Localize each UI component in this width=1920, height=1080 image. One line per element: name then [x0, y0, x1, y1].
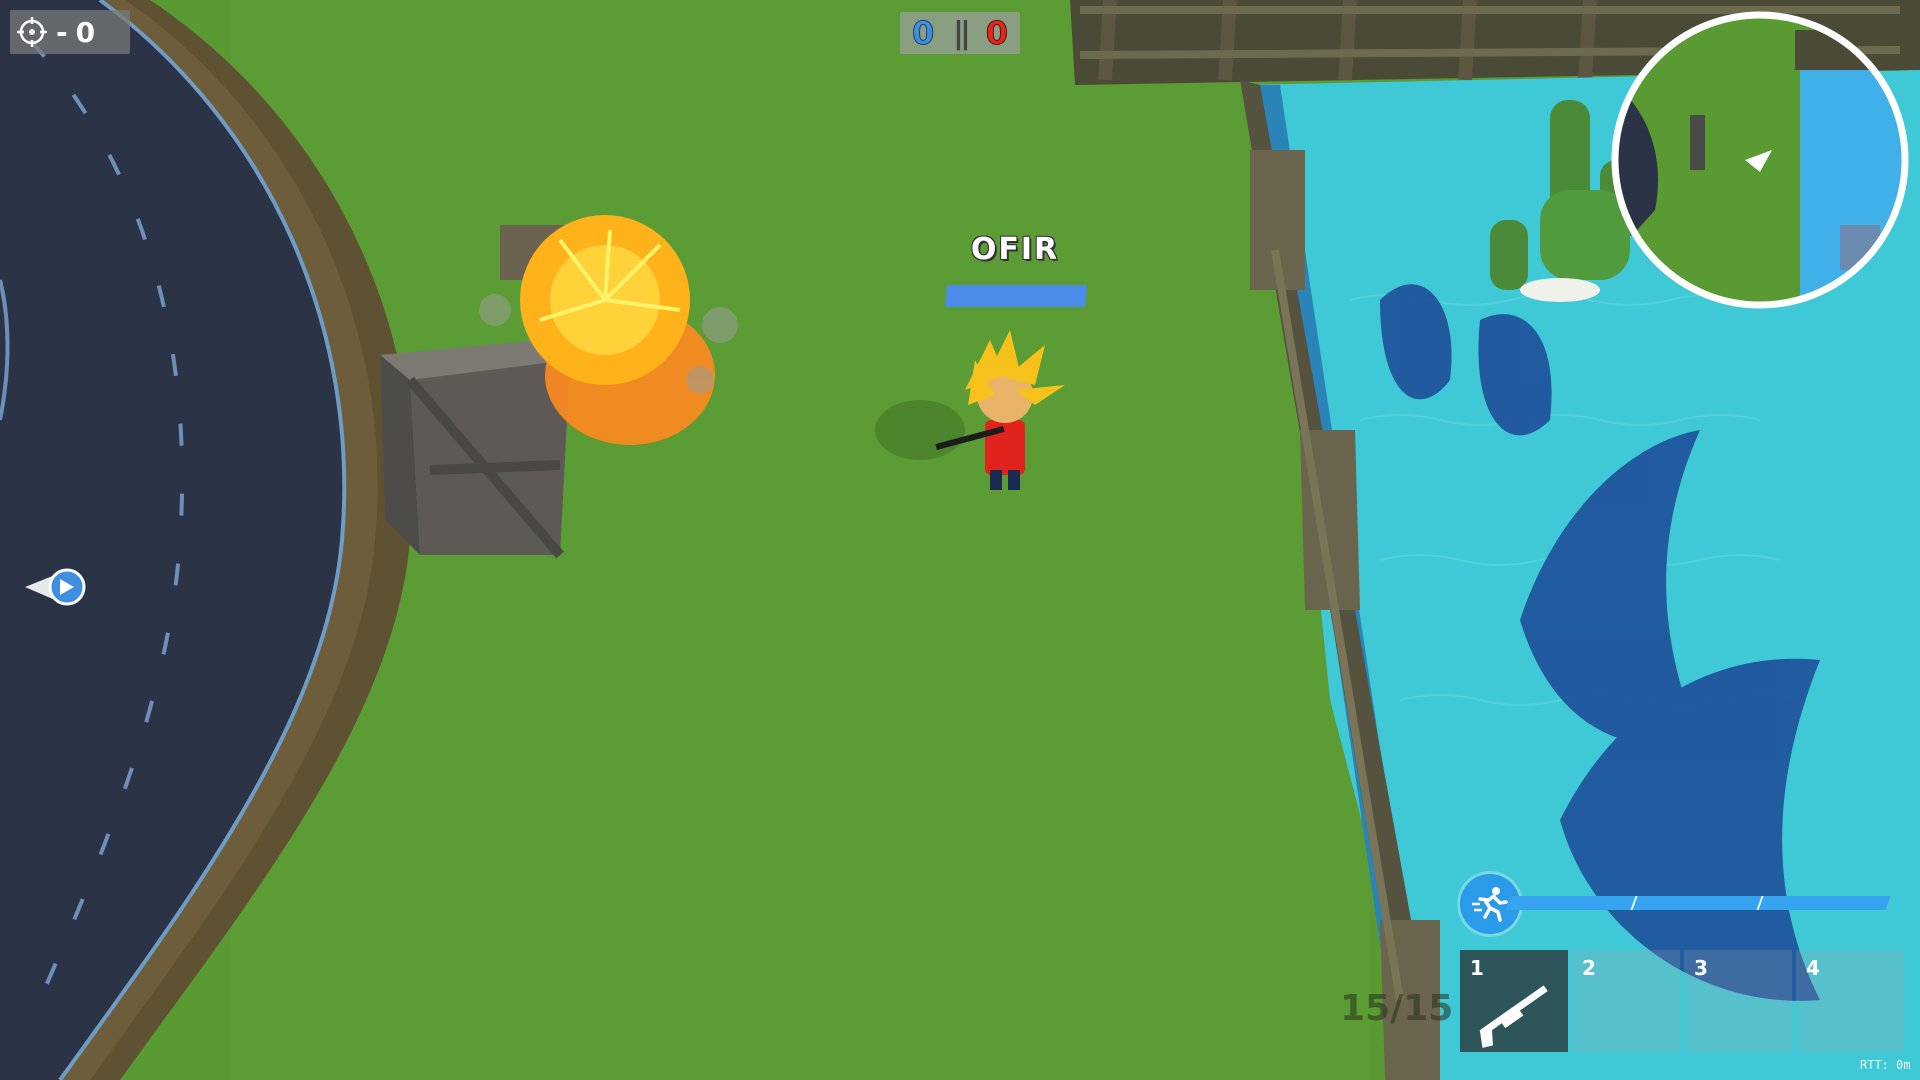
sprint-stamina-fill	[1505, 896, 1891, 910]
sprint-tick	[1630, 896, 1638, 910]
weapon-slot-number: 3	[1694, 956, 1708, 980]
blue-team-score: 0	[911, 14, 935, 53]
team-score: 0 || 0	[900, 12, 1020, 54]
weapon-slot-number: 2	[1582, 956, 1596, 980]
weapon-slot-number: 1	[1470, 956, 1484, 980]
ammo-counter: 15/15	[1340, 988, 1454, 1029]
weapon-slot-2[interactable]: 2	[1572, 950, 1680, 1052]
weapon-slot-1[interactable]: 1	[1460, 950, 1568, 1052]
weapon-slot-3[interactable]: 3	[1684, 950, 1792, 1052]
kill-counter: - 0	[10, 10, 130, 54]
sprint-tick	[1756, 896, 1764, 910]
score-separator: ||	[953, 15, 971, 51]
player-health-fill	[944, 285, 1088, 307]
weapon-slot-4[interactable]: 4	[1796, 950, 1904, 1052]
shotgun-icon	[1468, 978, 1558, 1053]
game-scene	[0, 0, 1920, 1080]
player-nameplate: OFIR	[970, 232, 1060, 267]
sprint-stamina-bar	[1505, 896, 1891, 910]
weapon-slot-number: 4	[1806, 956, 1820, 980]
kill-separator: -	[56, 15, 68, 49]
rtt-readout: RTT: 0m	[1860, 1058, 1911, 1072]
player-health-bar	[944, 285, 1088, 307]
red-team-score: 0	[985, 14, 1008, 53]
crosshair-icon	[10, 10, 54, 54]
kill-count: 0	[75, 15, 96, 49]
